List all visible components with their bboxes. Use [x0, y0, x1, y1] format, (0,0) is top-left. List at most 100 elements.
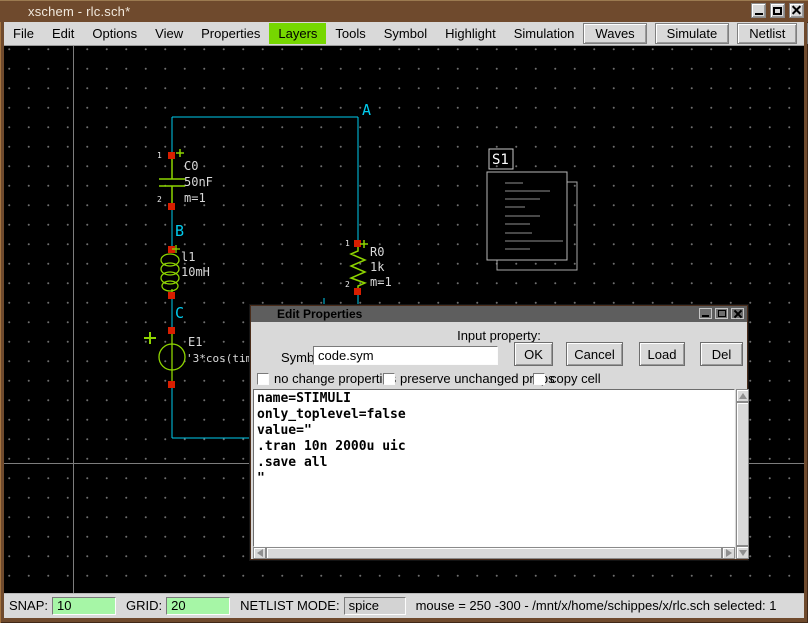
- grid-label: GRID:: [126, 598, 162, 613]
- window-controls: [751, 3, 804, 18]
- checkbox-preserve-unchanged-props[interactable]: preserve unchanged props: [383, 371, 555, 386]
- menu-tools[interactable]: Tools: [326, 23, 374, 44]
- input-property-label: Input property:: [251, 328, 747, 343]
- checkbox-copy-cell[interactable]: copy cell: [533, 371, 601, 386]
- horizontal-scrollbar[interactable]: [253, 547, 735, 559]
- maximize-icon: [773, 7, 782, 15]
- xschem-window: xschem - rlc.sch* File Edit Options View…: [0, 0, 808, 623]
- dialog-maximize-button[interactable]: [715, 308, 728, 319]
- vertical-scrollbar[interactable]: [736, 389, 749, 559]
- code-block-s1[interactable]: S1: [487, 149, 577, 270]
- close-icon: [734, 310, 742, 318]
- edit-properties-dialog: Edit Properties Input property: Symbol O…: [250, 305, 748, 560]
- menu-view[interactable]: View: [146, 23, 192, 44]
- menu-properties[interactable]: Properties: [192, 23, 269, 44]
- pin-square: [168, 152, 175, 159]
- properties-textarea[interactable]: name=STIMULI only_toplevel=false value="…: [253, 389, 735, 547]
- net-label-c[interactable]: C: [175, 304, 184, 322]
- checkbox-no-change-properties[interactable]: no change properties: [257, 371, 396, 386]
- menu-simulation[interactable]: Simulation: [505, 23, 584, 44]
- mouse-coordinates-info: mouse = 250 -300 - /mnt/x/home/schippes/…: [416, 598, 777, 613]
- svg-text:2: 2: [157, 195, 162, 204]
- netlist-mode-input[interactable]: [344, 597, 406, 615]
- cancel-button[interactable]: Cancel: [566, 342, 623, 366]
- checkbox-label: copy cell: [550, 371, 601, 386]
- menubar: File Edit Options View Properties Layers…: [4, 22, 804, 46]
- capacitor-mult: m=1: [184, 191, 206, 205]
- dialog-minimize-button[interactable]: [699, 308, 712, 319]
- netlist-button[interactable]: Netlist: [737, 23, 797, 44]
- simulate-button[interactable]: Simulate: [655, 23, 730, 44]
- resistor-r0[interactable]: 1 2 R0 1k m=1: [345, 239, 392, 295]
- minimize-button[interactable]: [751, 3, 766, 18]
- pin-square: [168, 292, 175, 299]
- dialog-close-button[interactable]: [731, 308, 744, 319]
- menu-edit[interactable]: Edit: [43, 23, 83, 44]
- menu-highlight[interactable]: Highlight: [436, 23, 505, 44]
- ok-button[interactable]: OK: [514, 342, 553, 366]
- checkbox-icon[interactable]: [383, 373, 395, 385]
- dialog-title: Edit Properties: [277, 307, 362, 321]
- menu-symbol[interactable]: Symbol: [375, 23, 436, 44]
- pin-square: [354, 240, 361, 247]
- menu-options[interactable]: Options: [83, 23, 146, 44]
- checkbox-label: no change properties: [274, 371, 396, 386]
- window-titlebar[interactable]: xschem - rlc.sch*: [0, 0, 808, 22]
- minimize-icon: [702, 315, 709, 317]
- pin-square: [354, 288, 361, 295]
- pin-square: [168, 381, 175, 388]
- menu-layers[interactable]: Layers: [269, 23, 326, 44]
- snap-label: SNAP:: [9, 598, 48, 613]
- maximize-button[interactable]: [770, 3, 785, 18]
- schematic-canvas[interactable]: 1 2 C0 50nF m=1 l1: [4, 46, 804, 593]
- close-button[interactable]: [789, 3, 804, 18]
- capacitor-name: C0: [184, 159, 198, 173]
- symbol-input[interactable]: [313, 346, 498, 365]
- svg-text:1: 1: [157, 151, 162, 160]
- grid-input[interactable]: [166, 597, 230, 615]
- pin-square: [168, 203, 175, 210]
- scroll-up-button[interactable]: [736, 389, 749, 402]
- arrow-right-icon: [726, 549, 732, 557]
- minimize-icon: [755, 13, 763, 15]
- snap-input[interactable]: [52, 597, 116, 615]
- inductor-value: 10mH: [181, 265, 210, 279]
- svg-text:1: 1: [345, 239, 350, 248]
- arrow-down-icon: [739, 550, 747, 556]
- checkbox-icon[interactable]: [257, 373, 269, 385]
- net-label-a[interactable]: A: [362, 101, 371, 119]
- maximize-icon: [718, 310, 726, 317]
- pin-square: [168, 327, 175, 334]
- menu-file[interactable]: File: [4, 23, 43, 44]
- close-icon: [792, 6, 801, 15]
- inductor-name: l1: [181, 250, 195, 264]
- code-block-label: S1: [492, 152, 509, 168]
- netlist-mode-label: NETLIST MODE:: [240, 598, 339, 613]
- scroll-right-button[interactable]: [722, 547, 735, 559]
- statusbar: SNAP: GRID: NETLIST MODE: mouse = 250 -3…: [4, 593, 804, 618]
- menubar-right-buttons: Waves Simulate Netlist Help: [583, 23, 808, 44]
- checkbox-icon[interactable]: [533, 373, 545, 385]
- del-button[interactable]: Del: [700, 342, 743, 366]
- checkbox-label: preserve unchanged props: [400, 371, 555, 386]
- net-label-b[interactable]: B: [175, 222, 184, 240]
- dialog-titlebar[interactable]: Edit Properties: [251, 306, 747, 322]
- window-title: xschem - rlc.sch*: [28, 4, 130, 19]
- resistor-mult: m=1: [370, 275, 392, 289]
- scroll-left-button[interactable]: [253, 547, 266, 559]
- arrow-left-icon: [257, 549, 263, 557]
- resistor-value: 1k: [370, 260, 385, 274]
- vertical-scrollbar-thumb[interactable]: [736, 402, 749, 546]
- inductor-l1[interactable]: l1 10mH: [161, 245, 210, 299]
- capacitor-c0[interactable]: 1 2 C0 50nF m=1: [157, 149, 213, 210]
- horizontal-scrollbar-thumb[interactable]: [266, 547, 722, 559]
- load-button[interactable]: Load: [639, 342, 685, 366]
- dialog-body: Input property: Symbol OK Cancel Load De…: [251, 322, 747, 559]
- resistor-name: R0: [370, 245, 384, 259]
- scroll-down-button[interactable]: [736, 546, 749, 559]
- source-name: E1: [188, 335, 202, 349]
- arrow-up-icon: [739, 393, 747, 399]
- capacitor-value: 50nF: [184, 175, 213, 189]
- svg-text:2: 2: [345, 280, 350, 289]
- waves-button[interactable]: Waves: [583, 23, 646, 44]
